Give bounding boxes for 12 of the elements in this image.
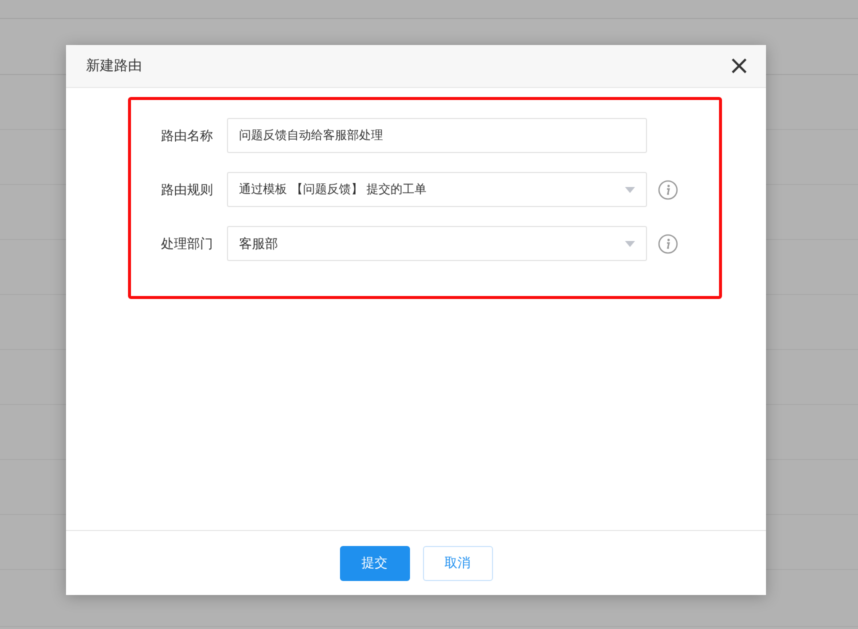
caret-icon [625,240,635,246]
info-icon[interactable] [658,234,678,254]
dialog-title: 新建路由 [86,57,142,75]
info-icon[interactable] [658,180,678,200]
field-label: 路由规则 [160,182,214,198]
caret-icon [625,186,635,192]
close-button[interactable]: × [726,53,752,79]
field-label: 路由名称 [160,128,214,144]
select-field[interactable]: 客服部 [227,226,647,261]
select-field[interactable]: 通过模板 【问题反馈】 提交的工单 [227,172,647,207]
field-label: 处理部门 [160,236,214,252]
input-field[interactable]: 问题反馈自动给客服部处理 [227,118,647,153]
